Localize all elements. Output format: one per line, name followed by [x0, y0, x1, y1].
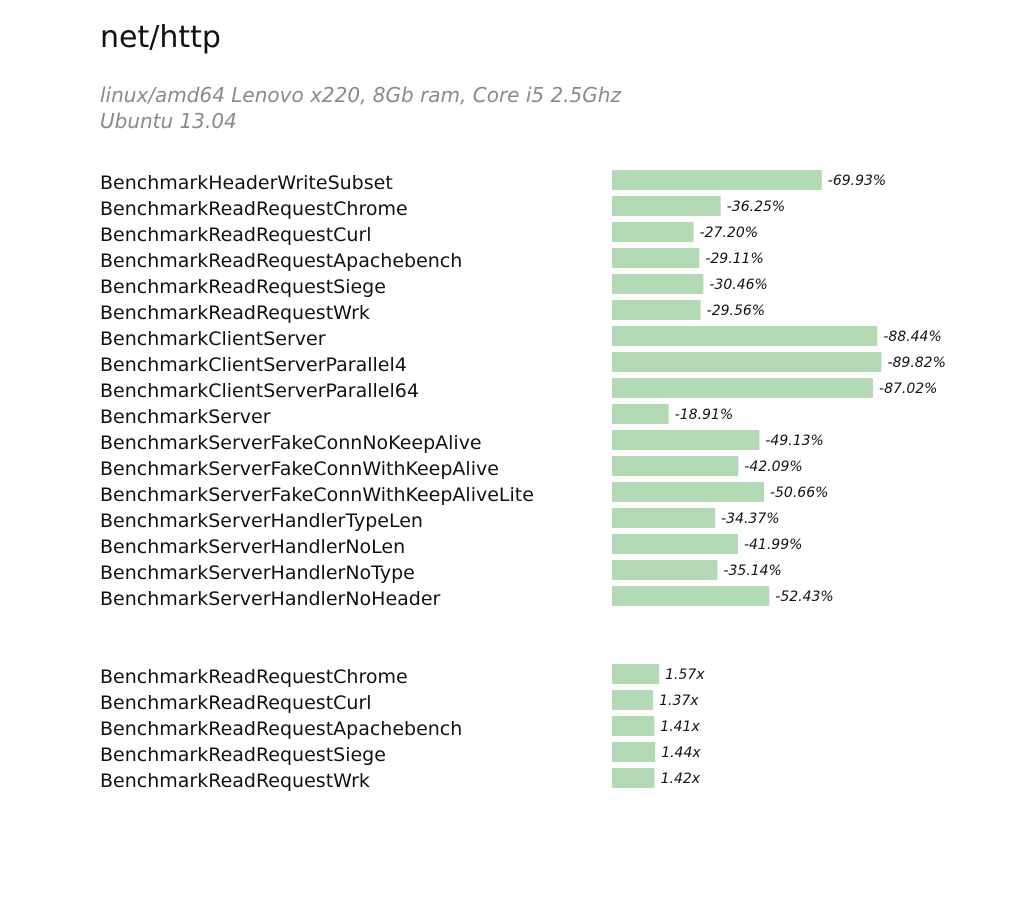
data-label: 1.44x	[661, 745, 701, 761]
bar	[612, 300, 701, 320]
bar	[612, 248, 700, 268]
bar-row: BenchmarkReadRequestApachebench -29.11%	[100, 248, 764, 272]
data-label: -52.43%	[775, 589, 833, 605]
data-label: 1.57x	[665, 667, 705, 683]
bar	[612, 326, 878, 346]
category-label: BenchmarkReadRequestChrome	[100, 666, 408, 688]
bar	[612, 196, 721, 216]
bar-row: BenchmarkReadRequestCurl 1.37x	[100, 690, 699, 714]
category-label: BenchmarkReadRequestCurl	[100, 692, 372, 714]
bar	[612, 586, 770, 606]
bar-row: BenchmarkServerFakeConnWithKeepAlive -42.…	[100, 456, 803, 480]
data-label: -18.91%	[675, 407, 733, 423]
bar	[612, 742, 656, 762]
bar-row: BenchmarkHeaderWriteSubset -69.93%	[100, 170, 886, 194]
bar-row: BenchmarkServerHandlerNoType -35.14%	[100, 560, 782, 584]
bar-row: BenchmarkServerHandlerNoLen -41.99%	[100, 534, 802, 558]
category-label: BenchmarkServerFakeConnNoKeepAlive	[100, 432, 482, 454]
bar-row: BenchmarkReadRequestSiege -30.46%	[100, 274, 768, 298]
category-label: BenchmarkReadRequestWrk	[100, 302, 370, 324]
data-label: 1.37x	[659, 693, 699, 709]
data-label: 1.41x	[660, 719, 700, 735]
data-label: -29.56%	[707, 303, 765, 319]
bar	[612, 482, 764, 502]
bar	[612, 404, 669, 424]
data-label: -36.25%	[727, 199, 785, 215]
category-label: BenchmarkServerHandlerNoLen	[100, 536, 405, 558]
data-label: -42.09%	[744, 459, 802, 475]
category-label: BenchmarkReadRequestCurl	[100, 224, 372, 246]
category-label: BenchmarkHeaderWriteSubset	[100, 172, 393, 194]
data-label: -27.20%	[700, 225, 758, 241]
bar-row: BenchmarkServerFakeConnWithKeepAliveLite…	[100, 482, 828, 506]
bar-row: BenchmarkClientServer -88.44%	[100, 326, 942, 350]
data-label: -35.14%	[723, 563, 781, 579]
data-label: -89.82%	[887, 355, 945, 371]
bar	[612, 534, 738, 554]
data-label: -34.37%	[721, 511, 779, 527]
data-label: -87.02%	[879, 381, 937, 397]
data-label: -69.93%	[828, 173, 886, 189]
data-label: -88.44%	[883, 329, 941, 345]
bar-row: BenchmarkReadRequestWrk 1.42x	[100, 768, 701, 792]
data-label: -29.11%	[705, 251, 763, 267]
bar-row: BenchmarkReadRequestWrk -29.56%	[100, 300, 765, 324]
bar-row: BenchmarkServerFakeConnNoKeepAlive -49.13…	[100, 430, 824, 454]
category-label: BenchmarkReadRequestApachebench	[100, 250, 462, 272]
category-label: BenchmarkReadRequestChrome	[100, 198, 408, 220]
bar	[612, 690, 654, 710]
category-label: BenchmarkClientServer	[100, 328, 326, 350]
chart-percent-change: BenchmarkHeaderWriteSubset -69.93%Benchma…	[100, 170, 946, 610]
category-label: BenchmarkReadRequestApachebench	[100, 718, 462, 740]
category-label: BenchmarkServerHandlerTypeLen	[100, 510, 423, 532]
bar-row: BenchmarkReadRequestSiege 1.44x	[100, 742, 701, 766]
bar-row: BenchmarkClientServerParallel64 -87.02%	[100, 378, 937, 402]
category-label: BenchmarkReadRequestSiege	[100, 276, 386, 298]
chart-speedup: BenchmarkReadRequestChrome 1.57xBenchmark…	[100, 664, 705, 792]
bar-row: BenchmarkClientServerParallel4 -89.82%	[100, 352, 946, 376]
category-label: BenchmarkServerFakeConnWithKeepAliveLite	[100, 484, 534, 506]
category-label: BenchmarkClientServerParallel64	[100, 380, 419, 402]
data-label: -30.46%	[709, 277, 767, 293]
benchmark-charts: BenchmarkHeaderWriteSubset -69.93%Benchma…	[100, 170, 946, 792]
bar-row: BenchmarkServer -18.91%	[100, 404, 733, 428]
data-label: -50.66%	[770, 485, 828, 501]
category-label: BenchmarkServer	[100, 406, 271, 428]
data-label: -41.99%	[744, 537, 802, 553]
bar	[612, 456, 739, 476]
data-label: -49.13%	[765, 433, 823, 449]
bar	[612, 664, 660, 684]
bar	[612, 508, 716, 528]
bar	[612, 560, 718, 580]
bar-row: BenchmarkServerHandlerNoHeader -52.43%	[100, 586, 834, 610]
bar-row: BenchmarkReadRequestChrome -36.25%	[100, 196, 785, 220]
category-label: BenchmarkServerHandlerNoHeader	[100, 588, 441, 610]
data-label: 1.42x	[661, 771, 701, 787]
bar	[612, 768, 655, 788]
bar	[612, 430, 760, 450]
category-label: BenchmarkReadRequestWrk	[100, 770, 370, 792]
category-label: BenchmarkReadRequestSiege	[100, 744, 386, 766]
category-label: BenchmarkClientServerParallel4	[100, 354, 407, 376]
bar	[612, 222, 694, 242]
bar-row: BenchmarkReadRequestCurl -27.20%	[100, 222, 758, 246]
bar-row: BenchmarkReadRequestApachebench 1.41x	[100, 716, 700, 740]
bar	[612, 716, 655, 736]
bar	[612, 170, 822, 190]
bar	[612, 274, 704, 294]
bar-row: BenchmarkReadRequestChrome 1.57x	[100, 664, 705, 688]
bar	[612, 352, 882, 372]
category-label: BenchmarkServerFakeConnWithKeepAlive	[100, 458, 499, 480]
bar	[612, 378, 874, 398]
category-label: BenchmarkServerHandlerNoType	[100, 562, 415, 584]
bar-row: BenchmarkServerHandlerTypeLen -34.37%	[100, 508, 780, 532]
